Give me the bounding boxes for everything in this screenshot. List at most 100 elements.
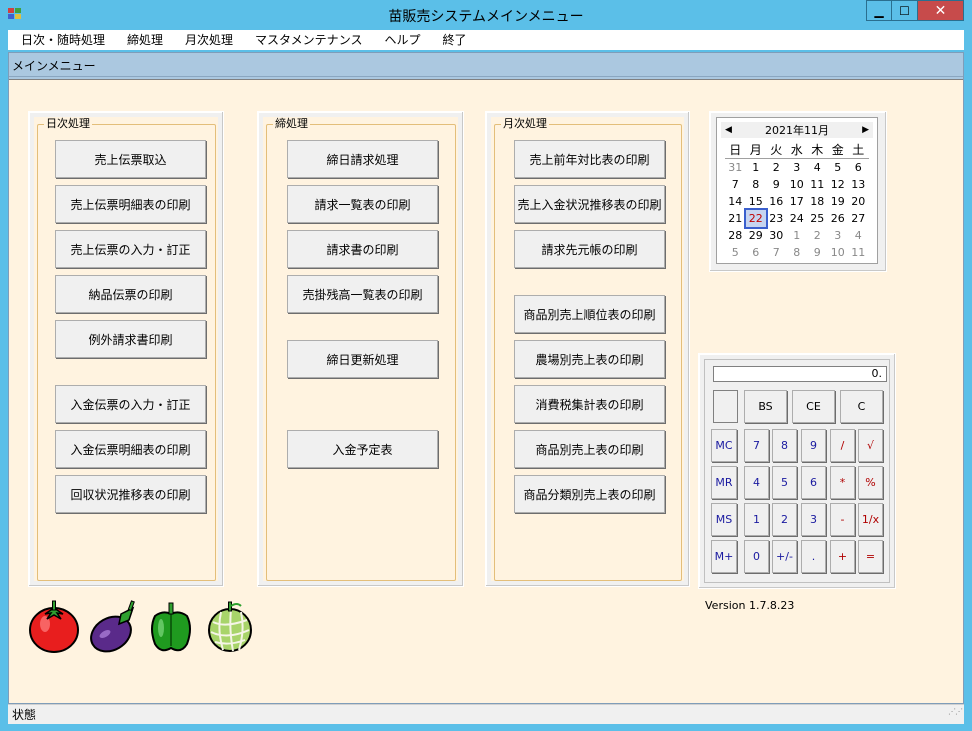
calendar-day[interactable]: 21 [725, 210, 746, 227]
daily-button-2[interactable]: 売上伝票明細表の印刷 [55, 185, 206, 223]
daily-button-1[interactable]: 売上伝票取込 [55, 140, 206, 178]
calc-2-button[interactable]: 2 [772, 503, 797, 536]
calendar-day[interactable]: 11 [848, 244, 869, 261]
calc-9-button[interactable]: 9 [801, 429, 826, 462]
daily-button-7[interactable]: 入金伝票明細表の印刷 [55, 430, 206, 468]
calendar-day[interactable]: 1 [787, 227, 808, 244]
calendar-day[interactable]: 20 [848, 193, 869, 210]
monthly-button-6[interactable]: 消費税集計表の印刷 [514, 385, 665, 423]
calc-mr-button[interactable]: MR [711, 466, 737, 499]
daily-button-4[interactable]: 納品伝票の印刷 [55, 275, 206, 313]
closing-button-1[interactable]: 締日請求処理 [287, 140, 438, 178]
menu-daily[interactable]: 日次・随時処理 [8, 30, 114, 50]
calendar-day[interactable]: 14 [725, 193, 746, 210]
calc-decimal-button[interactable]: . [801, 540, 826, 573]
calendar-day[interactable]: 29 [746, 227, 767, 244]
minimize-button[interactable]: ▁ [866, 0, 892, 21]
calc-ms-button[interactable]: MS [711, 503, 737, 536]
calc-bs-button[interactable]: BS [744, 390, 787, 423]
calendar-day[interactable]: 11 [807, 176, 828, 193]
calendar-day[interactable]: 19 [828, 193, 849, 210]
monthly-button-1[interactable]: 売上前年対比表の印刷 [514, 140, 665, 178]
calc-reciprocal-button[interactable]: 1/x [858, 503, 883, 536]
calendar-day[interactable]: 10 [787, 176, 808, 193]
calc-3-button[interactable]: 3 [801, 503, 826, 536]
calendar-day[interactable]: 12 [828, 176, 849, 193]
menu-help[interactable]: ヘルプ [371, 30, 429, 50]
calc-percent-button[interactable]: % [858, 466, 883, 499]
calendar-day[interactable]: 18 [807, 193, 828, 210]
monthly-button-3[interactable]: 請求先元帳の印刷 [514, 230, 665, 268]
calendar-day[interactable]: 31 [725, 159, 746, 176]
calendar-day[interactable]: 6 [746, 244, 767, 261]
calendar-day[interactable]: 9 [807, 244, 828, 261]
calendar-next-icon[interactable]: ▶ [862, 125, 869, 135]
closing-button-4[interactable]: 売掛残高一覧表の印刷 [287, 275, 438, 313]
calc-divide-button[interactable]: / [830, 429, 855, 462]
month-calendar[interactable]: ◀ 2021年11月 ▶ 日 月 火 水 木 金 土 31 1 2 3 4 5 … [716, 117, 878, 264]
calc-mplus-button[interactable]: M+ [711, 540, 737, 573]
daily-button-3[interactable]: 売上伝票の入力・訂正 [55, 230, 206, 268]
calendar-day[interactable]: 16 [766, 193, 787, 210]
resize-grip-icon[interactable]: ⋰⋰ [948, 702, 963, 722]
calendar-day[interactable]: 2 [766, 159, 787, 176]
menu-master[interactable]: マスタメンテナンス [242, 30, 371, 50]
calendar-day[interactable]: 24 [787, 210, 808, 227]
calendar-day[interactable]: 23 [766, 210, 787, 227]
calc-sqrt-button[interactable]: √ [858, 429, 883, 462]
calendar-day[interactable]: 30 [766, 227, 787, 244]
close-button[interactable]: ✕ [918, 0, 964, 21]
menu-closing[interactable]: 締処理 [114, 30, 172, 50]
calendar-day[interactable]: 9 [766, 176, 787, 193]
calendar-day[interactable]: 3 [787, 159, 808, 176]
calendar-month-label[interactable]: 2021年11月 [765, 122, 829, 138]
calendar-prev-icon[interactable]: ◀ [725, 125, 732, 135]
calendar-day[interactable]: 13 [848, 176, 869, 193]
calendar-today[interactable]: 22 [743, 208, 768, 229]
monthly-button-4[interactable]: 商品別売上順位表の印刷 [514, 295, 665, 333]
calc-7-button[interactable]: 7 [744, 429, 769, 462]
calc-equals-button[interactable]: = [858, 540, 883, 573]
monthly-button-7[interactable]: 商品別売上表の印刷 [514, 430, 665, 468]
calendar-day[interactable]: 3 [828, 227, 849, 244]
calendar-day[interactable]: 26 [828, 210, 849, 227]
closing-button-3[interactable]: 請求書の印刷 [287, 230, 438, 268]
calendar-day[interactable]: 27 [848, 210, 869, 227]
calendar-day[interactable]: 4 [807, 159, 828, 176]
menu-exit[interactable]: 終了 [429, 30, 475, 50]
calc-8-button[interactable]: 8 [772, 429, 797, 462]
monthly-button-8[interactable]: 商品分類別売上表の印刷 [514, 475, 665, 513]
calendar-day[interactable]: 5 [725, 244, 746, 261]
calendar-day[interactable]: 5 [828, 159, 849, 176]
calendar-day[interactable]: 15 [746, 193, 767, 210]
calendar-day[interactable]: 17 [787, 193, 808, 210]
closing-button-6[interactable]: 入金予定表 [287, 430, 438, 468]
calendar-day[interactable]: 6 [848, 159, 869, 176]
calc-4-button[interactable]: 4 [744, 466, 769, 499]
calc-sign-button[interactable]: +/- [772, 540, 797, 573]
daily-button-8[interactable]: 回収状況推移表の印刷 [55, 475, 206, 513]
calc-1-button[interactable]: 1 [744, 503, 769, 536]
menu-monthly[interactable]: 月次処理 [172, 30, 242, 50]
closing-button-5[interactable]: 締日更新処理 [287, 340, 438, 378]
calc-multiply-button[interactable]: * [830, 466, 855, 499]
calendar-day[interactable]: 7 [766, 244, 787, 261]
calc-0-button[interactable]: 0 [744, 540, 769, 573]
closing-button-2[interactable]: 請求一覧表の印刷 [287, 185, 438, 223]
daily-button-5[interactable]: 例外請求書印刷 [55, 320, 206, 358]
calc-ce-button[interactable]: CE [792, 390, 835, 423]
calendar-day[interactable]: 7 [725, 176, 746, 193]
calendar-day[interactable]: 1 [746, 159, 767, 176]
title-bar[interactable]: 苗販売システムメインメニュー ▁ ☐ ✕ [0, 0, 972, 30]
calc-mc-button[interactable]: MC [711, 429, 737, 462]
monthly-button-5[interactable]: 農場別売上表の印刷 [514, 340, 665, 378]
calendar-day[interactable]: 8 [787, 244, 808, 261]
calendar-day[interactable]: 25 [807, 210, 828, 227]
maximize-button[interactable]: ☐ [892, 0, 918, 21]
calendar-day[interactable]: 10 [828, 244, 849, 261]
calendar-day[interactable]: 2 [807, 227, 828, 244]
calc-5-button[interactable]: 5 [772, 466, 797, 499]
calc-6-button[interactable]: 6 [801, 466, 826, 499]
calendar-day[interactable]: 28 [725, 227, 746, 244]
calc-plus-button[interactable]: + [830, 540, 855, 573]
